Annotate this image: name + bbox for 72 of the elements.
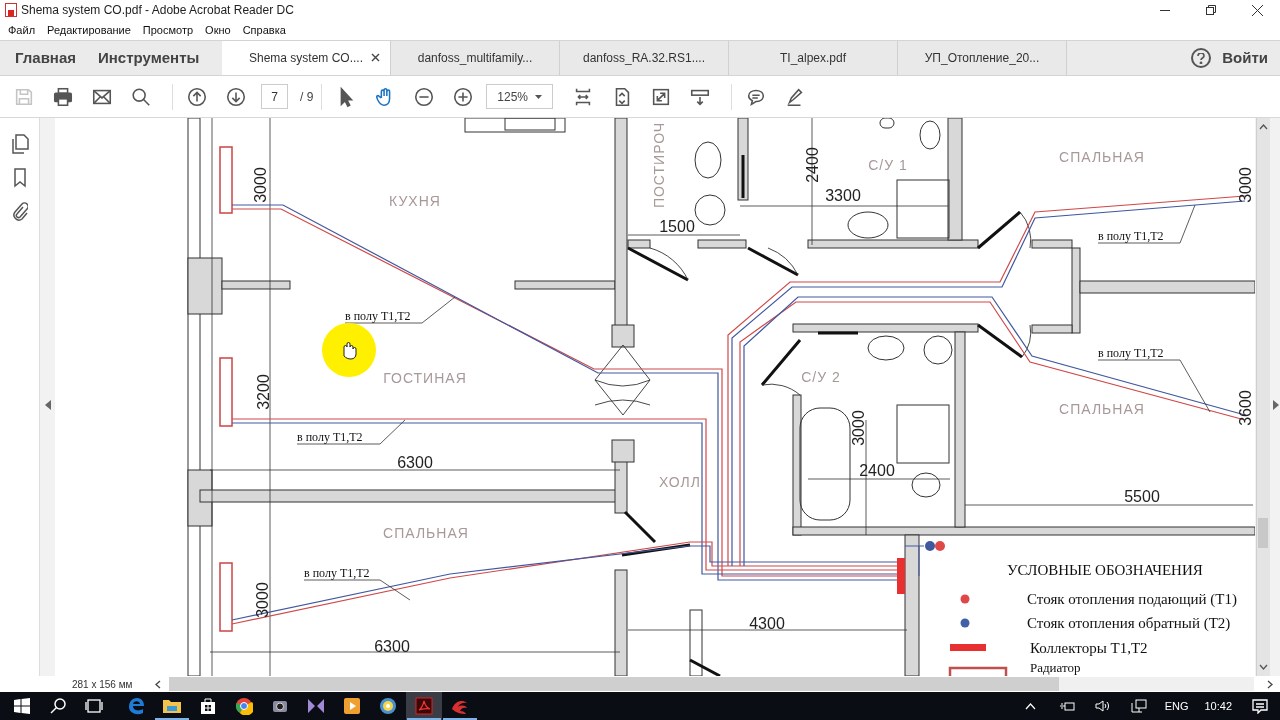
dimension-label: 5500 (1124, 488, 1160, 505)
app-icon (5, 3, 17, 17)
menu-item[interactable]: Просмотр (136, 21, 200, 39)
restore-icon[interactable] (1206, 5, 1216, 15)
dimension-label: 3000 (254, 582, 271, 618)
scroll-right-icon[interactable] (1267, 679, 1273, 689)
pipe-note: в полу Т1,Т2 (345, 309, 411, 323)
pipe-note: в полу Т1,Т2 (304, 566, 370, 580)
nav-tab[interactable]: Инструменты (90, 41, 222, 75)
clock[interactable]: 10:42 (1196, 697, 1240, 715)
dimension-label: 2400 (804, 147, 821, 183)
menu-item[interactable]: Справка (236, 21, 292, 39)
pipe-note: в полу Т1,Т2 (1098, 346, 1164, 360)
legend-title: УСЛОВНЫЕ ОБОЗНАЧЕНИЯ (1007, 562, 1203, 578)
room-label: ХОЛЛ (659, 474, 701, 490)
zoom-dropdown[interactable]: 125% (486, 84, 554, 109)
nav-tab[interactable]: Главная (0, 41, 90, 75)
room-label: СПАЛЬНАЯ (1059, 149, 1145, 165)
scroll-down-icon[interactable] (1259, 664, 1268, 670)
document-tab[interactable]: Shema system CO.... (222, 41, 391, 75)
legend-label: Радиатор (1030, 660, 1081, 675)
help-icon[interactable] (1191, 48, 1212, 68)
pages-icon[interactable] (10, 134, 29, 154)
room-label: ПОСТИРОЧ (651, 121, 667, 209)
room-label: ГОСТИНАЯ (383, 370, 467, 386)
menu-item[interactable]: Редактирование (41, 21, 137, 39)
collapse-left-icon[interactable] (45, 400, 51, 410)
legend-label: Коллекторы Т1,Т2 (1030, 640, 1148, 656)
caret-icon (535, 94, 543, 99)
page-count: / 9 (300, 88, 314, 106)
dimension-label: 6300 (397, 454, 433, 471)
dimension-label: 3000 (850, 410, 867, 446)
dimension-label: 3200 (255, 374, 272, 410)
close-tab-icon[interactable] (371, 53, 380, 62)
scroll-thumb[interactable] (169, 677, 1059, 691)
legend-label: Стояк отопления обратный (Т2) (1027, 615, 1231, 631)
room-label: КУХНЯ (389, 193, 441, 209)
room-label: С/У 1 (868, 157, 908, 173)
collapse-right-icon[interactable] (1273, 400, 1279, 410)
scroll-left-icon[interactable] (155, 679, 161, 689)
legend-label: Стояк отопления подающий (Т1) (1027, 591, 1237, 607)
minimize-icon[interactable] (1160, 9, 1170, 11)
close-icon[interactable] (1251, 4, 1263, 16)
language-indicator[interactable]: ENG (1156, 697, 1197, 715)
cursor-highlight-icon (322, 323, 376, 377)
dimension-label: 3600 (1237, 390, 1254, 426)
dimension-label: 4300 (749, 615, 785, 632)
scroll-thumb[interactable] (1258, 518, 1268, 548)
page-number-field[interactable]: 7 (261, 84, 288, 109)
dimension-label: 3300 (825, 187, 861, 204)
scroll-up-icon[interactable] (1259, 124, 1268, 130)
acrobat-icon[interactable] (406, 692, 442, 720)
menu-item[interactable]: Окно (199, 21, 237, 39)
sign-in-button[interactable]: Войти (1222, 41, 1280, 75)
page-size-label: 281 x 156 мм (71, 677, 134, 692)
dimension-label: 1500 (659, 218, 695, 235)
dimension-label: 3000 (1237, 167, 1254, 203)
room-label: С/У 2 (801, 369, 841, 385)
menu-item[interactable]: Файл (2, 21, 42, 39)
pipe-note: в полу Т1,Т2 (297, 430, 363, 444)
dimension-label: 2400 (859, 462, 895, 479)
riser-icon (925, 541, 945, 551)
paperclip-icon[interactable] (11, 202, 28, 222)
vertical-scrollbar[interactable] (1256, 118, 1270, 676)
horizontal-scrollbar[interactable] (169, 677, 1254, 691)
room-label: СПАЛЬНАЯ (1059, 401, 1145, 417)
dimension-label: 3000 (252, 167, 269, 203)
window-title: Shema system CO.pdf - Adobe Acrobat Reader DC (21, 2, 294, 19)
pipe-note: в полу Т1,Т2 (1098, 229, 1164, 243)
bookmark-icon[interactable] (12, 168, 27, 188)
room-label: СПАЛЬНАЯ (383, 525, 469, 541)
dimension-label: 6300 (374, 638, 410, 655)
